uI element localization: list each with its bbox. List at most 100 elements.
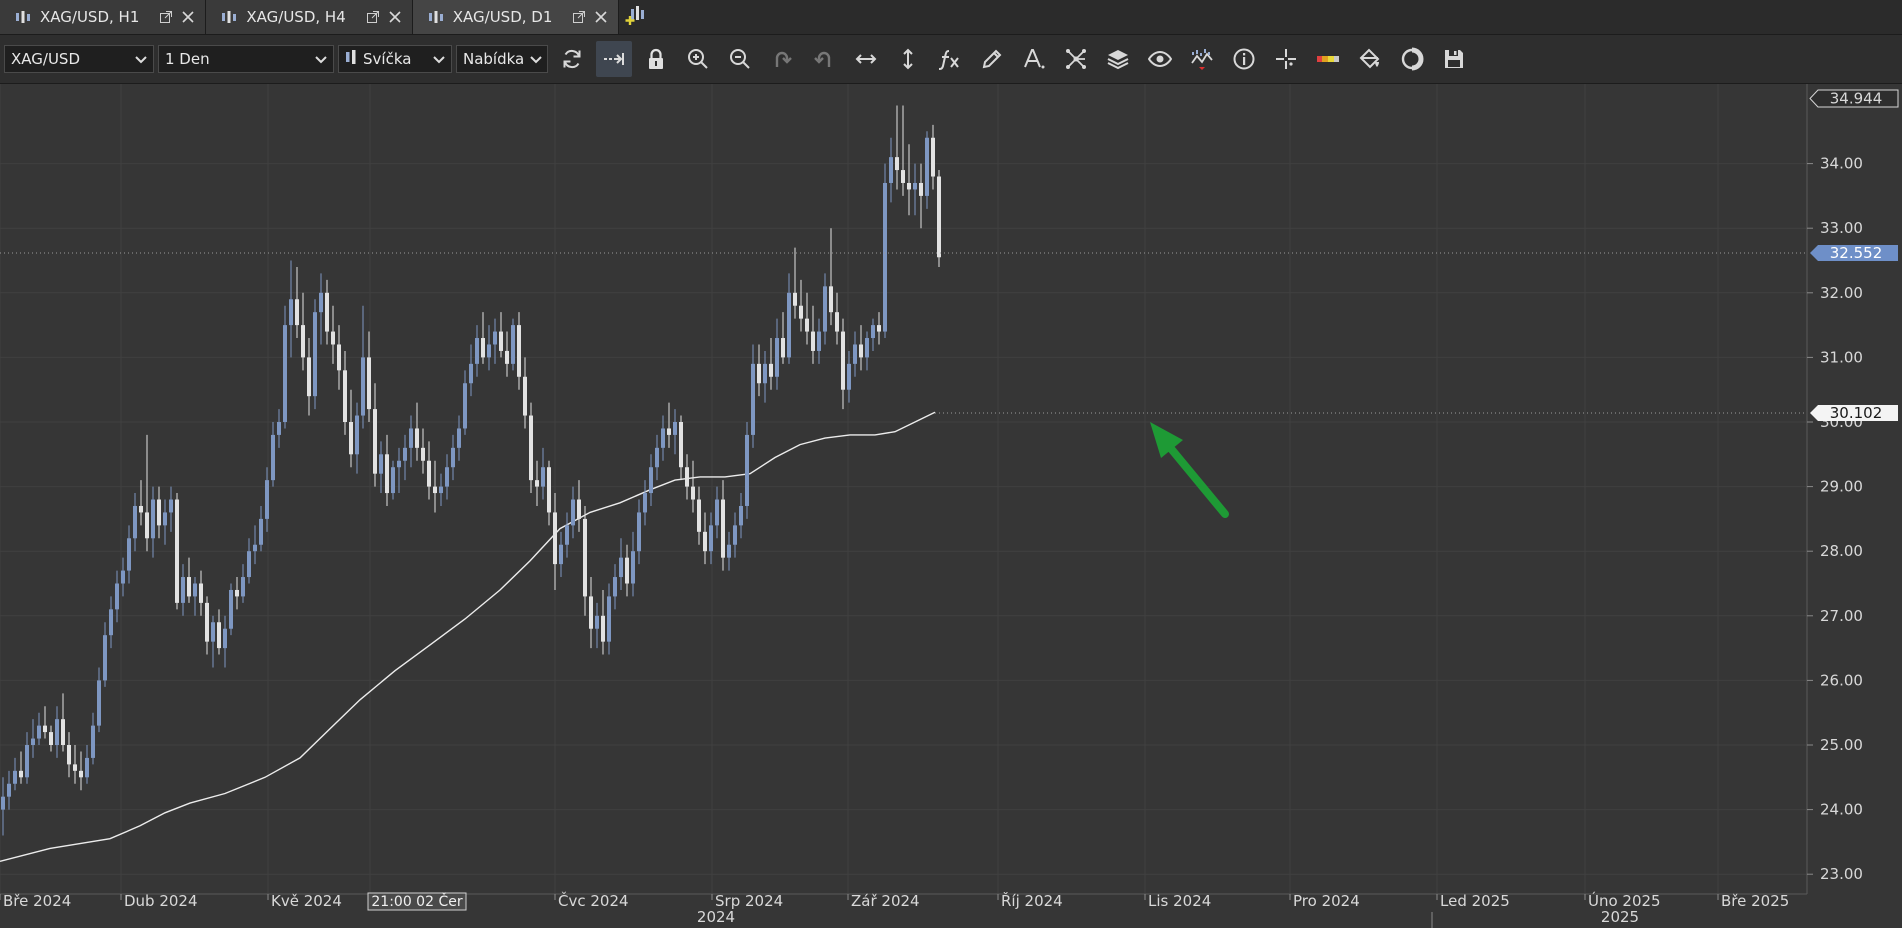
candle-body [751,363,755,435]
candle-body [541,467,545,487]
time-tick-label: Bře 2025 [1721,892,1789,910]
candle [313,299,317,410]
candle-body [547,467,551,513]
tab-xag-usd-h4[interactable]: XAG/USD, H4 [206,0,413,34]
pencil-icon[interactable] [974,41,1010,77]
candle-body [619,557,623,578]
candle-body [313,312,317,397]
info-icon[interactable] [1226,41,1262,77]
close-icon[interactable] [386,8,404,26]
candle-body [319,292,323,313]
candle-body [481,338,485,358]
undo-icon[interactable] [764,41,800,77]
tab-xag-usd-d1[interactable]: XAG/USD, D1 [412,0,620,34]
price-chart[interactable]: 23.0024.0025.0026.0027.0028.0029.0030.00… [0,84,1902,928]
candle-body [259,518,263,545]
time-tick-label: Čvc 2024 [558,891,629,910]
candle-body [733,525,737,545]
candle-body [673,422,677,435]
candle-body [715,499,719,526]
candle-body [769,363,773,377]
candle-body [223,628,227,649]
candle-body [115,583,119,610]
objects-icon[interactable] [1058,41,1094,77]
candle-body [235,589,239,597]
crosshair-time-badge: 21:00 02 Čer [367,892,467,911]
price-side-select[interactable]: Nabídka [456,45,548,73]
save-icon[interactable] [1436,41,1472,77]
candle-body [559,544,563,565]
candle-body [217,622,221,649]
undock-icon[interactable] [570,8,588,26]
chart-type-select[interactable]: Svíčka [338,45,452,73]
candle-body [655,447,659,468]
candle-body [661,428,665,448]
pattern-icon[interactable] [1184,41,1220,77]
chevron-down-icon [315,50,327,68]
candle-body [631,551,635,584]
text-icon[interactable] [1016,41,1052,77]
zoom-in-icon[interactable] [680,41,716,77]
candlestick-icon [220,8,238,26]
candle-body [787,292,791,358]
redo-icon[interactable] [806,41,842,77]
undock-icon[interactable] [157,8,175,26]
time-tick-label: Bře 2024 [3,892,71,910]
candle-body [667,428,671,435]
zoom-out-icon[interactable] [722,41,758,77]
candle-body [895,157,899,171]
layers-icon[interactable] [1100,41,1136,77]
theme-icon[interactable] [1394,41,1430,77]
price-tick-label: 33.00 [1820,219,1863,237]
close-icon[interactable] [179,8,197,26]
candle-body [211,622,215,642]
candle-body [745,434,749,506]
instrument-select[interactable]: XAG/USD [4,45,154,73]
shift-chart-icon[interactable] [596,41,632,77]
candle-body [907,182,911,190]
candle-body [685,467,689,487]
chart-type-value: Svíčka [363,50,412,68]
tab-xag-usd-h1[interactable]: XAG/USD, H1 [0,0,207,34]
candle-body [139,505,143,513]
period-select[interactable]: 1 Den [158,45,334,73]
candle-body [937,176,941,258]
candle-body [73,764,77,771]
candle-body [187,577,191,597]
candle-body [463,383,467,429]
candle [883,163,887,339]
price-tick-label: 23.00 [1820,865,1863,883]
undock-icon[interactable] [364,8,382,26]
colors-icon[interactable] [1310,41,1346,77]
candle-body [247,551,251,578]
price-tick-label: 34.00 [1820,155,1863,173]
candlestick-icon [427,8,445,26]
candle-body [889,157,893,183]
indicators-fx-icon[interactable] [932,41,968,77]
tab-label: XAG/USD, H1 [40,8,140,26]
candle-body [835,312,839,332]
candle-body [607,596,611,642]
lock-icon[interactable] [638,41,674,77]
refresh-icon[interactable] [554,41,590,77]
close-icon[interactable] [592,8,610,26]
crosshair-icon[interactable] [1268,41,1304,77]
candle-body [505,350,509,364]
candle-body [535,480,539,487]
high-price-badge: 34.944 [1809,89,1899,108]
candle-body [361,357,365,416]
candle-body [709,525,713,552]
candle-body [757,363,761,384]
candle-body [379,454,383,474]
candle-body [295,299,299,326]
vertical-scale-icon[interactable] [890,41,926,77]
paint-bucket-icon[interactable] [1352,41,1388,77]
candle-body [919,182,923,196]
add-chart-tab-button[interactable] [619,0,655,34]
candle-body [553,512,557,565]
candle-body [529,415,533,481]
horizontal-scale-icon[interactable] [848,41,884,77]
candle-body [133,505,137,539]
tab-bar: XAG/USD, H1 XAG/USD, H4 XAG/USD, D1 [0,0,1902,35]
eye-icon[interactable] [1142,41,1178,77]
